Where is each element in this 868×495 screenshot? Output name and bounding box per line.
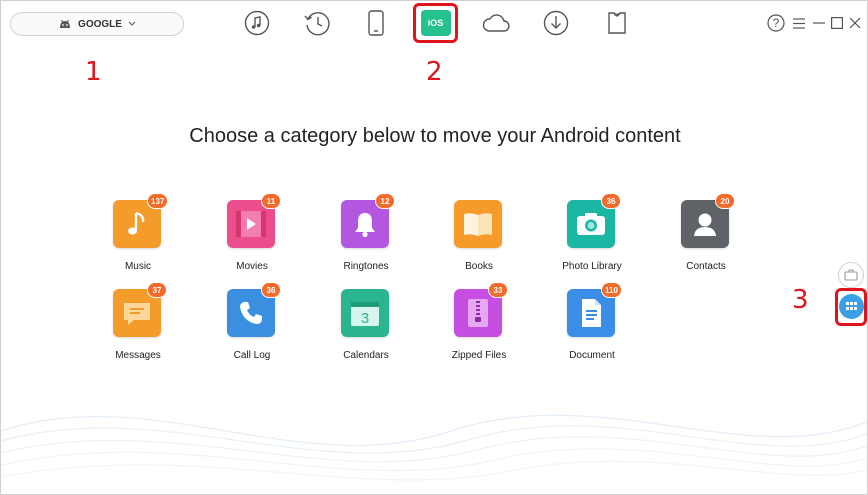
menu-icon (793, 17, 805, 29)
category-call-log[interactable]: 36 Call Log (197, 282, 307, 369)
app-window: GOOGLE iOS ? 1 2 3 Choose a category bel… (0, 0, 868, 495)
history-button[interactable] (302, 8, 332, 38)
category-label: Messages (115, 350, 161, 361)
calendars-tile: 3 (341, 289, 389, 337)
category-movies[interactable]: 11 Movies (197, 193, 307, 280)
android-icon (58, 19, 72, 29)
music-note-icon (244, 10, 270, 36)
person-icon (694, 213, 716, 236)
category-label: Books (465, 261, 493, 272)
annotation-3: 3 (792, 285, 809, 315)
count-badge: 36 (261, 282, 281, 298)
history-icon (304, 12, 330, 36)
book-icon (464, 213, 492, 236)
zip-icon (468, 299, 488, 327)
category-music[interactable]: 137 Music (83, 193, 193, 280)
cloud-button[interactable] (480, 8, 512, 38)
count-badge: 36 (601, 193, 621, 209)
count-badge: 110 (601, 282, 622, 298)
count-badge: 137 (147, 193, 169, 209)
toolkit-button[interactable] (602, 8, 632, 38)
background-waves (1, 414, 867, 481)
shirt-icon (608, 12, 626, 34)
bell-icon (355, 213, 375, 238)
category-label: Document (569, 350, 615, 361)
phone-icon (368, 10, 384, 36)
category-calendars[interactable]: 3 Calendars (311, 289, 421, 369)
category-label: Calendars (343, 350, 389, 361)
count-badge: 11 (261, 193, 281, 209)
category-photo-library[interactable]: 36 Photo Library (537, 193, 647, 280)
category-label: Photo Library (562, 261, 622, 272)
category-contacts[interactable]: 20 Contacts (651, 193, 761, 280)
download-button[interactable] (541, 8, 571, 38)
count-badge: 12 (375, 193, 395, 209)
android-to-ios-button[interactable]: iOS (413, 3, 458, 43)
camera-icon (577, 213, 605, 235)
download-icon (543, 10, 569, 36)
chevron-down-icon (128, 21, 136, 27)
film-icon (236, 211, 266, 237)
music-manager-button[interactable] (242, 8, 272, 38)
ios-label: iOS (427, 18, 444, 28)
close-button[interactable] (847, 13, 863, 33)
books-tile (454, 200, 502, 248)
device-manager-button[interactable] (361, 8, 391, 38)
category-messages[interactable]: 37 Messages (83, 282, 193, 369)
category-label: Call Log (233, 350, 271, 361)
annotation-1: 1 (85, 57, 102, 87)
page-title: Choose a category below to move your And… (189, 125, 681, 147)
category-label: Movies (236, 261, 268, 272)
maximize-button[interactable] (829, 13, 845, 33)
category-document[interactable]: 110 Document (537, 282, 647, 369)
minimize-button[interactable] (811, 13, 827, 33)
count-badge: 20 (715, 193, 735, 209)
briefcase-icon (844, 269, 858, 281)
cloud-icon (482, 14, 510, 32)
close-icon (849, 17, 861, 29)
phone-handset-icon (240, 302, 262, 324)
ios-transfer-icon: iOS (420, 10, 451, 36)
device-name: GOOGLE (78, 18, 122, 30)
toolbox-button[interactable] (838, 262, 864, 288)
message-icon (124, 303, 150, 325)
help-button[interactable]: ? (766, 13, 786, 33)
category-ringtones[interactable]: 12 Ringtones (311, 193, 421, 280)
maximize-icon (831, 17, 843, 29)
device-selector[interactable]: GOOGLE (10, 12, 184, 36)
grid-icon (846, 302, 857, 310)
annotation-2: 2 (426, 57, 443, 87)
categories-grid-button[interactable] (839, 294, 864, 319)
minimize-icon (813, 22, 825, 24)
count-badge: 33 (488, 282, 508, 298)
category-label: Ringtones (343, 261, 389, 272)
category-label: Music (124, 261, 152, 272)
menu-button[interactable] (791, 13, 807, 33)
svg-text:3: 3 (361, 310, 369, 327)
document-icon (582, 299, 601, 327)
help-glyph: ? (772, 16, 780, 30)
category-label: Contacts (686, 261, 726, 272)
calendar-icon: 3 (351, 302, 379, 327)
music-note-icon (128, 211, 145, 235)
category-books[interactable]: Books (424, 200, 534, 280)
count-badge: 37 (147, 282, 167, 298)
category-label: Zipped Files (451, 350, 507, 361)
category-zipped-files[interactable]: 33 Zipped Files (424, 282, 534, 369)
